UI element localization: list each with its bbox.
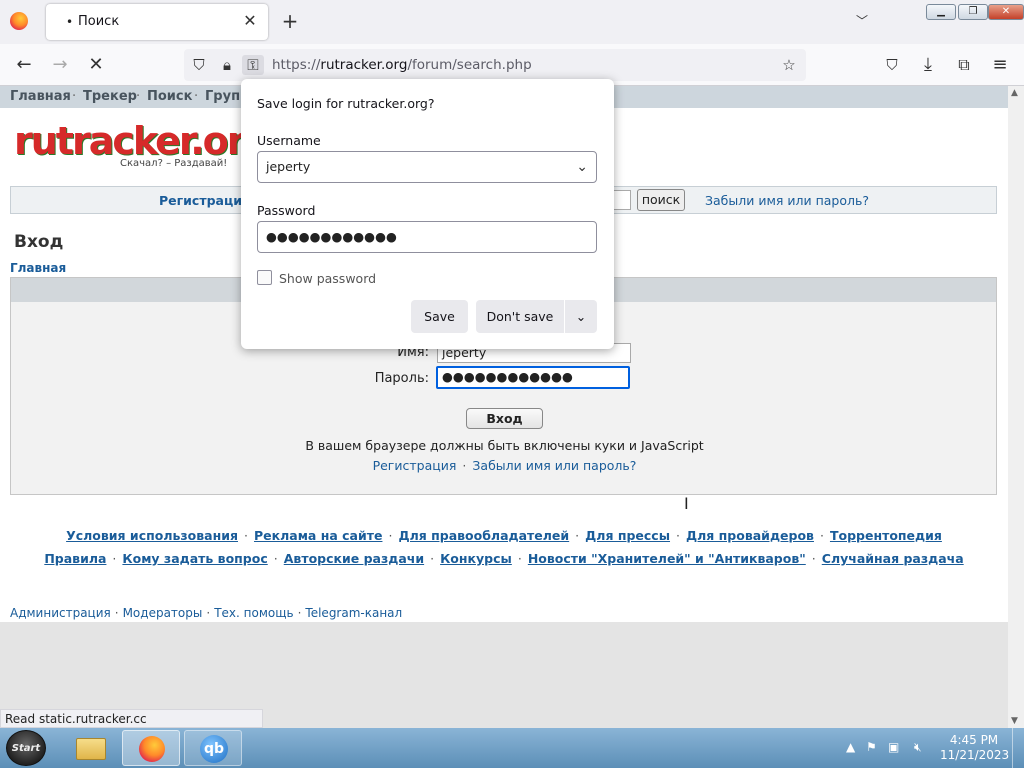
bookmark-star-icon[interactable]: ☆ bbox=[778, 55, 800, 75]
tab-title: Поиск bbox=[78, 14, 120, 29]
popup-username-field[interactable]: jeperty ⌄ bbox=[257, 151, 597, 183]
footer-links-row-2: Правила · Кому задать вопрос · Авторские раз… bbox=[44, 551, 964, 566]
forward-arrow-icon[interactable]: → bbox=[48, 54, 72, 76]
footer-link[interactable]: Конкурсы bbox=[440, 551, 512, 566]
save-login-popup: Save login for rutracker.org? Username j… bbox=[241, 79, 614, 349]
login-forgot-link[interactable]: Забыли имя или пароль? bbox=[472, 458, 636, 473]
firefox-logo-icon bbox=[10, 12, 28, 30]
more-options-chevron-icon[interactable]: ⌄ bbox=[565, 300, 597, 333]
menu-search-link[interactable]: Поиск bbox=[147, 89, 192, 104]
breadcrumb-home-link[interactable]: Главная bbox=[10, 261, 66, 275]
back-arrow-icon[interactable]: ← bbox=[12, 54, 36, 76]
folder-icon bbox=[76, 738, 106, 760]
login-links: Регистрация · Забыли имя или пароль? bbox=[372, 458, 637, 473]
volume-muted-icon[interactable]: 🔇︎ bbox=[914, 740, 922, 755]
network-icon[interactable]: ▣ bbox=[888, 740, 899, 754]
lock-icon[interactable]: 🔒︎ bbox=[216, 55, 238, 75]
site-logo[interactable]: rutracker.org Скачал? – Раздавай! bbox=[14, 119, 271, 170]
popup-username-value: jeperty bbox=[266, 159, 311, 174]
footer-link[interactable]: Случайная раздача bbox=[822, 551, 964, 566]
list-all-tabs-chevron-icon[interactable]: ﹀ bbox=[856, 12, 868, 29]
admin-link[interactable]: Тех. помощь bbox=[214, 606, 293, 620]
popup-password-field[interactable]: ●●●●●●●●●●●● bbox=[257, 221, 597, 253]
menu-tracker-link[interactable]: Трекер bbox=[83, 89, 137, 104]
url-text[interactable]: https://rutracker.org/forum/search.php bbox=[272, 57, 532, 73]
password-field[interactable]: ●●●●●●●●●●●● bbox=[436, 366, 630, 389]
key-icon[interactable]: ⚿ bbox=[242, 55, 264, 75]
extensions-puzzle-icon[interactable]: ⧉ bbox=[952, 54, 976, 76]
url-bar[interactable]: ⛉ 🔒︎ ⚿ https://rutracker.org/forum/searc… bbox=[184, 49, 806, 81]
menu-hamburger-icon[interactable]: ≡ bbox=[988, 54, 1012, 76]
taskbar-qbittorrent[interactable]: qb bbox=[184, 730, 242, 766]
shield-icon[interactable]: ⛉ bbox=[188, 55, 210, 75]
footer-link[interactable]: Для прессы bbox=[585, 528, 670, 543]
start-button[interactable]: Start bbox=[6, 730, 46, 766]
clock-time: 4:45 PM bbox=[949, 733, 999, 747]
stop-loading-icon[interactable]: ✕ bbox=[84, 54, 108, 76]
footer-link[interactable]: Кому задать вопрос bbox=[122, 551, 267, 566]
footer-link[interactable]: Правила bbox=[44, 551, 106, 566]
footer-link[interactable]: Реклама на сайте bbox=[254, 528, 382, 543]
logo-text: rutracker.org bbox=[14, 119, 271, 163]
taskbar-firefox[interactable] bbox=[122, 730, 180, 766]
dont-save-button[interactable]: Don't save bbox=[476, 300, 564, 333]
password-label: Пароль: bbox=[374, 371, 429, 386]
close-window-button[interactable]: ✕ bbox=[988, 4, 1024, 20]
page-scrollbar[interactable]: ▲ ▼ bbox=[1008, 86, 1024, 728]
popup-password-label: Password bbox=[257, 203, 316, 218]
menu-home-link[interactable]: Главная bbox=[10, 89, 71, 104]
show-password-checkbox[interactable] bbox=[257, 270, 272, 285]
registration-link[interactable]: Регистрация bbox=[159, 193, 250, 208]
system-tray: ▲ ⚑ ▣ 🔇︎ bbox=[842, 740, 942, 758]
forgot-password-link[interactable]: Забыли имя или пароль? bbox=[705, 193, 869, 208]
footer-link[interactable]: Для правообладателей bbox=[398, 528, 569, 543]
clock-date: 11/21/2023 bbox=[940, 748, 1010, 762]
close-tab-icon[interactable]: ✕ bbox=[240, 11, 260, 31]
flag-icon[interactable]: ⚑ bbox=[866, 740, 877, 754]
popup-title: Save login for rutracker.org? bbox=[257, 96, 435, 111]
firefox-icon bbox=[139, 736, 165, 762]
maximize-window-button[interactable]: ❐ bbox=[958, 4, 988, 20]
footer-link[interactable]: Условия использования bbox=[66, 528, 238, 543]
tab-search[interactable]: • Поиск ✕ bbox=[46, 4, 268, 40]
minimize-window-button[interactable]: ▁ bbox=[926, 4, 956, 20]
login-submit-button[interactable]: Вход bbox=[466, 408, 543, 429]
show-password-label[interactable]: Show password bbox=[279, 271, 376, 286]
admin-links: Администрация · Модераторы · Тех. помощь · Tel… bbox=[10, 606, 403, 620]
logo-slogan: Скачал? – Раздавай! bbox=[120, 158, 228, 169]
new-tab-plus-icon[interactable]: + bbox=[280, 10, 300, 32]
taskbar-explorer[interactable] bbox=[62, 730, 120, 766]
footer-links-row-1: Условия использования · Реклама на сайте · Д… bbox=[66, 528, 942, 543]
footer-link[interactable]: Новости "Хранителей" и "Антикваров" bbox=[528, 551, 806, 566]
admin-link[interactable]: Telegram-канал bbox=[305, 606, 402, 620]
qbittorrent-icon: qb bbox=[200, 735, 228, 763]
text-cursor-icon: I bbox=[684, 494, 689, 513]
admin-link[interactable]: Администрация bbox=[10, 606, 111, 620]
header-search-button[interactable]: поиск bbox=[637, 189, 685, 211]
admin-link[interactable]: Модераторы bbox=[123, 606, 203, 620]
tab-strip: • Поиск ✕ + ﹀ ▁ ❐ ✕ bbox=[0, 0, 1024, 44]
footer-link[interactable]: Для провайдеров bbox=[686, 528, 814, 543]
cookie-notice: В вашем браузере должны быть включены ку… bbox=[305, 438, 704, 453]
taskbar: Start qb ▲ ⚑ ▣ 🔇︎ 4:45 PM 11/21/2023 bbox=[0, 728, 1024, 768]
chevron-down-icon[interactable]: ⌄ bbox=[576, 152, 588, 182]
footer-link[interactable]: Торрентопедия bbox=[830, 528, 942, 543]
downloads-icon[interactable]: ⤓ bbox=[916, 54, 940, 76]
popup-username-label: Username bbox=[257, 133, 321, 148]
footer-link[interactable]: Авторские раздачи bbox=[284, 551, 424, 566]
clock[interactable]: 4:45 PM 11/21/2023 bbox=[940, 733, 1010, 763]
status-bar: Read static.rutracker.cc bbox=[0, 709, 263, 728]
pocket-icon[interactable]: ⛉ bbox=[880, 54, 904, 76]
login-registration-link[interactable]: Регистрация bbox=[373, 458, 457, 473]
tray-expand-icon[interactable]: ▲ bbox=[846, 740, 855, 754]
save-button[interactable]: Save bbox=[411, 300, 468, 333]
tab-loading-dot: • bbox=[66, 15, 74, 29]
page-title: Вход bbox=[14, 232, 64, 252]
show-desktop-button[interactable] bbox=[1012, 728, 1024, 768]
